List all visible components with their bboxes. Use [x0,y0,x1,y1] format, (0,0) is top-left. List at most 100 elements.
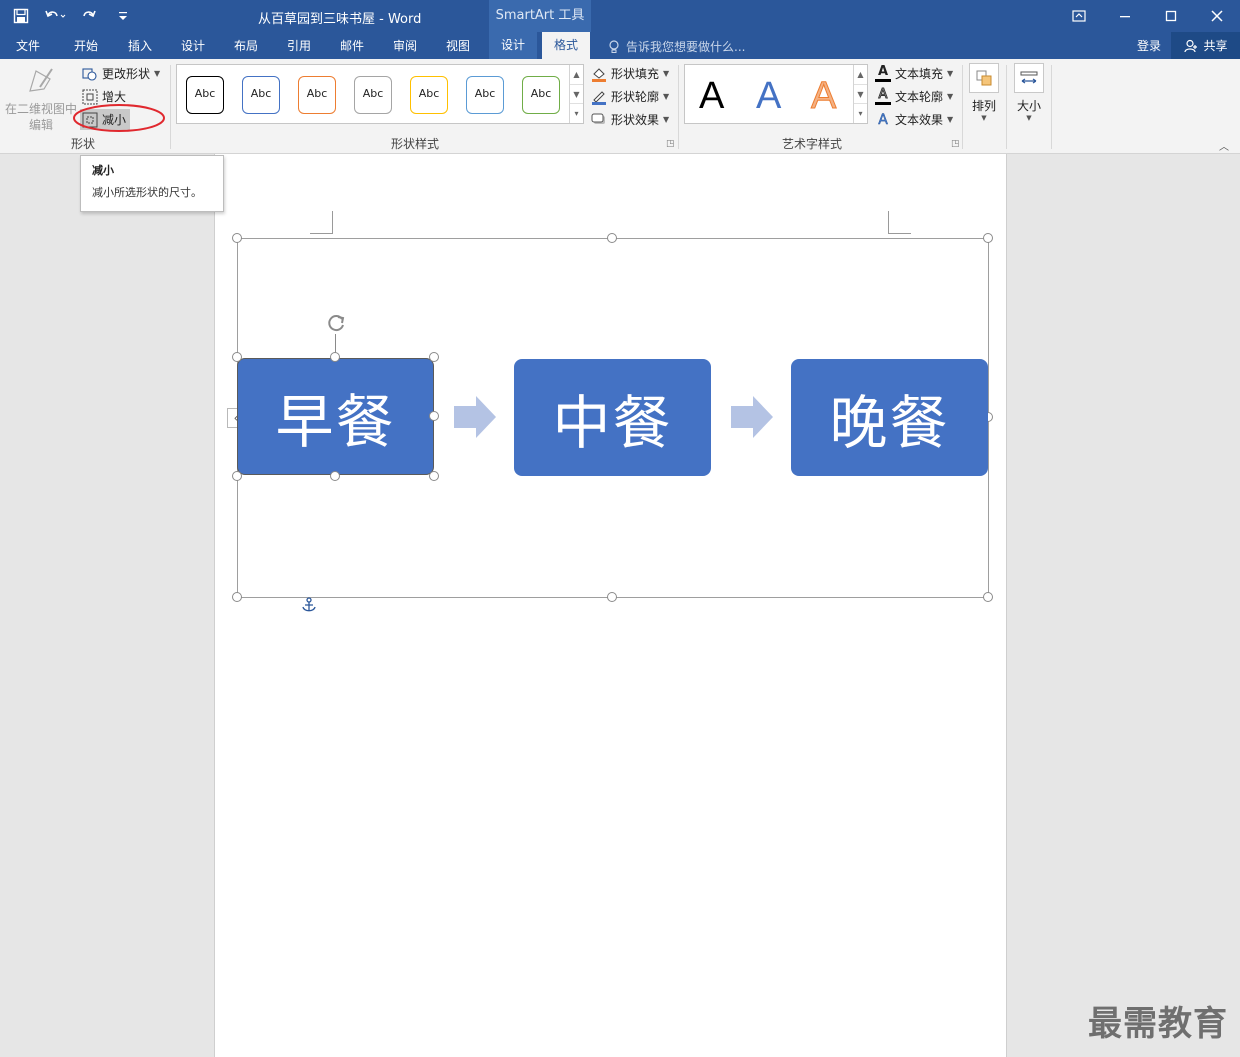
tab-file[interactable]: 文件 [16,37,40,54]
text-outline-button[interactable]: A 文本轮廓 ▼ [875,88,953,105]
ribbon-display-options-icon[interactable] [1056,0,1102,32]
shape-style-swatch-6[interactable]: Abc [466,76,504,114]
share-button[interactable]: 共享 [1171,32,1240,59]
node-resize-handle[interactable] [232,471,242,481]
quick-access-toolbar [10,4,134,28]
node-resize-handle[interactable] [429,411,439,421]
chevron-down-icon: ▼ [947,69,954,78]
tooltip-description: 减小所选形状的尺寸。 [92,186,202,199]
smartart-node-lunch[interactable]: 中餐 [514,359,711,476]
scroll-up-icon[interactable]: ▲ [854,65,867,85]
node-resize-handle[interactable] [429,471,439,481]
node-resize-handle[interactable] [330,471,340,481]
highlight-ellipse [73,104,165,132]
tooltip-title: 减小 [92,164,114,177]
gallery-more-icon[interactable]: ▾ [570,104,583,123]
group-separator [1006,65,1007,149]
size-icon [1014,63,1044,93]
smartart-arrow-2[interactable] [729,394,775,440]
scroll-up-icon[interactable]: ▲ [570,65,583,85]
wordart-group-label: 艺术字样式 [782,137,843,151]
tab-insert[interactable]: 插入 [128,37,152,54]
lightbulb-icon [606,39,622,55]
tab-mailings[interactable]: 邮件 [340,37,364,54]
anchor-icon [302,597,316,616]
save-icon[interactable] [10,5,32,27]
person-add-icon [1183,38,1199,54]
edit-2d-label-2: 编辑 [28,118,53,132]
smartart-arrow-1[interactable] [452,394,498,440]
arrange-button[interactable]: 排列 ▼ [967,63,1001,122]
scroll-down-icon[interactable]: ▼ [570,85,583,105]
minimize-icon[interactable] [1102,0,1148,32]
maximize-icon[interactable] [1148,0,1194,32]
smartart-node-breakfast[interactable]: 早餐 [237,358,434,475]
chevron-down-icon: ▼ [981,114,987,122]
group-separator [678,65,679,149]
text-effects-button[interactable]: A 文本效果 ▼ [875,111,953,128]
tab-design[interactable]: 设计 [181,37,205,54]
group-separator [1051,65,1052,149]
edit-in-2d-button[interactable]: 在二维视图中 编辑 [4,65,78,133]
shape-style-swatch-7[interactable]: Abc [522,76,560,114]
wordart-sample-blue[interactable]: A [756,75,781,118]
node-resize-handle[interactable] [330,352,340,362]
scroll-down-icon[interactable]: ▼ [854,85,867,105]
wordart-sample-black[interactable]: A [699,75,724,118]
shape-effects-button[interactable]: 形状效果 ▼ [591,111,669,128]
text-fill-icon: A [875,65,891,82]
shape-style-swatch-4[interactable]: Abc [354,76,392,114]
text-fill-button[interactable]: A 文本填充 ▼ [875,65,953,82]
rotate-icon[interactable] [325,312,347,337]
shape-effects-label: 形状效果 [611,113,660,127]
share-label: 共享 [1203,39,1228,53]
wordart-launcher-icon[interactable]: ◳ [951,139,961,149]
resize-handle[interactable] [983,233,993,243]
smartart-tools-label: SmartArt 工具 [489,0,591,32]
gallery-more-icon[interactable]: ▾ [854,104,867,123]
resize-handle[interactable] [232,592,242,602]
shape-fill-button[interactable]: 形状填充 ▼ [591,65,669,82]
tab-layout[interactable]: 布局 [234,37,258,54]
text-outline-icon: A [875,88,891,105]
shape-styles-launcher-icon[interactable]: ◳ [666,139,676,149]
tab-references[interactable]: 引用 [287,37,311,54]
shape-style-swatch-5[interactable]: Abc [410,76,448,114]
text-effects-label: 文本效果 [895,113,944,127]
customize-qat-icon[interactable] [112,5,134,27]
close-icon[interactable] [1194,0,1240,32]
tab-review[interactable]: 审阅 [393,37,417,54]
shape-styles-scrollbar[interactable]: ▲ ▼ ▾ [569,65,583,123]
login-link[interactable]: 登录 [1137,37,1161,54]
edit-2d-icon [26,65,56,98]
wordart-scrollbar[interactable]: ▲ ▼ ▾ [853,65,867,123]
shape-style-swatch-3[interactable]: Abc [298,76,336,114]
size-button[interactable]: 大小 ▼ [1012,63,1046,122]
node-resize-handle[interactable] [429,352,439,362]
resize-handle[interactable] [983,592,993,602]
tab-view[interactable]: 视图 [446,37,470,54]
shapes-group-label: 形状 [71,137,96,151]
window-controls [1056,0,1240,32]
tab-home[interactable]: 开始 [74,37,98,54]
ribbon-tabs: 文件 开始 插入 设计 布局 引用 邮件 审阅 视图 设计 格式 告诉我您想要做… [0,32,1240,59]
change-shape-button[interactable]: 更改形状 ▼ [82,65,160,82]
resize-handle[interactable] [607,233,617,243]
chevron-down-icon: ▼ [663,115,670,124]
tab-smartart-design[interactable]: 设计 [489,32,538,59]
shape-style-swatch-1[interactable]: Abc [186,76,224,114]
resize-handle[interactable] [232,233,242,243]
redo-icon[interactable] [78,5,100,27]
tell-me-search[interactable]: 告诉我您想要做什么... [606,38,745,55]
watermark: 最需教育 [1088,1004,1228,1044]
collapse-ribbon-icon[interactable]: ︿ [1219,138,1229,153]
node-resize-handle[interactable] [232,352,242,362]
shape-style-swatch-2[interactable]: Abc [242,76,280,114]
smartart-node-dinner[interactable]: 晚餐 [791,359,988,476]
shape-outline-button[interactable]: 形状轮廓 ▼ [591,88,669,105]
undo-icon[interactable] [44,5,66,27]
tab-smartart-format[interactable]: 格式 [542,32,591,59]
resize-handle[interactable] [607,592,617,602]
wordart-sample-orange[interactable]: A [810,75,836,118]
chevron-down-icon: ▼ [663,69,670,78]
